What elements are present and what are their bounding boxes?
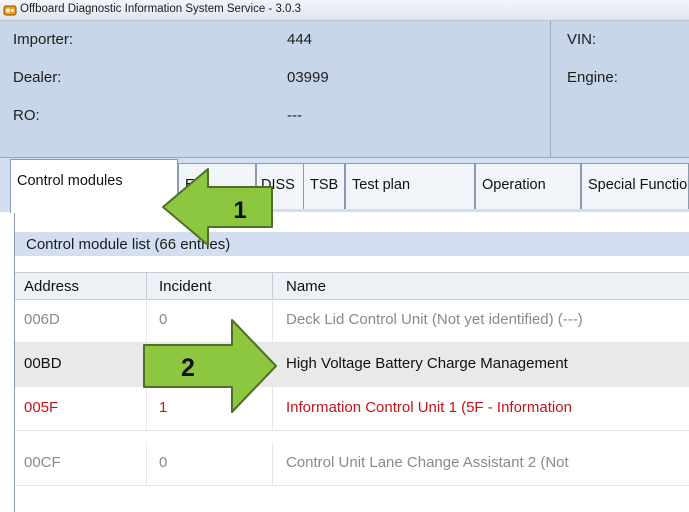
importer-value: 444 xyxy=(287,31,313,48)
table-row[interactable]: 005F 1 Information Control Unit 1 (5F - … xyxy=(15,387,689,431)
odis-window: Offboard Diagnostic Information System S… xyxy=(0,0,689,512)
cell-address: 006D xyxy=(24,311,60,328)
column-separator[interactable] xyxy=(146,273,147,299)
cell-name: Control Unit Lane Change Assistant 2 (No… xyxy=(286,454,569,471)
column-address[interactable]: Address xyxy=(24,278,79,295)
cell-divider xyxy=(272,442,273,485)
callout-number-1: 1 xyxy=(233,197,246,224)
title-bar: Offboard Diagnostic Information System S… xyxy=(0,0,689,21)
list-header: Control module list (66 entries) xyxy=(15,232,689,256)
importer-label: Importer: xyxy=(13,31,74,48)
callout-arrow-2: 2 xyxy=(143,319,277,413)
callout-number-2: 2 xyxy=(181,354,195,382)
table-row[interactable]: 00BD High Voltage Battery Charge Managem… xyxy=(15,343,689,387)
tab-tsb[interactable]: TSB xyxy=(303,163,345,209)
cell-divider xyxy=(146,442,147,485)
app-icon xyxy=(3,5,17,16)
info-divider xyxy=(550,21,551,157)
vin-label: VIN: xyxy=(567,31,597,48)
cell-address: 00CF xyxy=(24,454,61,471)
ro-value: --- xyxy=(287,107,302,124)
callout-arrow-1: 1 xyxy=(162,168,273,246)
ro-label: RO: xyxy=(13,107,40,124)
cell-name: Information Control Unit 1 (5F - Informa… xyxy=(286,399,572,416)
table-row[interactable]: 006D 0 Deck Lid Control Unit (Not yet id… xyxy=(15,299,689,343)
tab-special-functions[interactable]: Special Functions xyxy=(581,163,689,209)
dealer-label: Dealer: xyxy=(13,69,62,86)
tab-control-modules[interactable]: Control modules xyxy=(10,159,178,213)
cell-address: 00BD xyxy=(24,355,62,372)
window-title: Offboard Diagnostic Information System S… xyxy=(20,3,302,15)
column-incident[interactable]: Incident xyxy=(159,278,212,295)
table-row[interactable]: 00CF 0 Control Unit Lane Change Assistan… xyxy=(15,442,689,486)
tab-operation[interactable]: Operation xyxy=(475,163,581,209)
column-name[interactable]: Name xyxy=(286,278,326,295)
cell-name: High Voltage Battery Charge Management xyxy=(286,355,568,372)
cell-incident: 0 xyxy=(159,454,168,471)
engine-label: Engine: xyxy=(567,69,618,86)
column-header: Address Incident Name xyxy=(15,272,689,300)
cell-name: Deck Lid Control Unit (Not yet identifie… xyxy=(286,311,583,328)
cell-address: 005F xyxy=(24,399,59,416)
column-separator[interactable] xyxy=(272,273,273,299)
dealer-value: 03999 xyxy=(287,69,329,86)
tab-test-plan[interactable]: Test plan xyxy=(345,163,475,209)
